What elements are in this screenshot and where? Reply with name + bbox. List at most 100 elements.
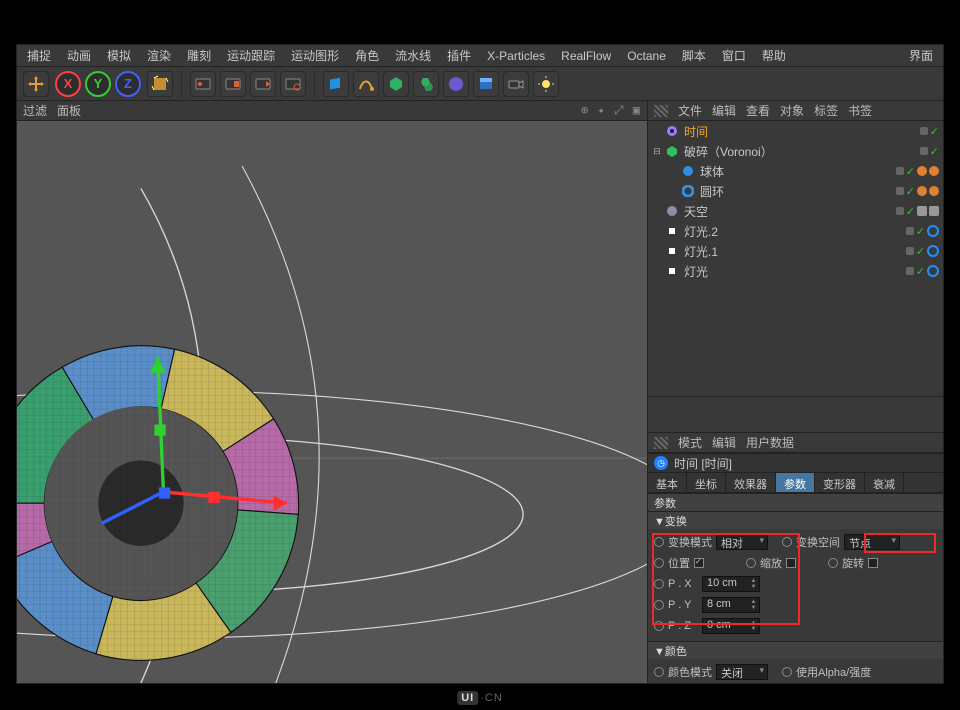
render-pv-button[interactable]: [250, 71, 276, 97]
menu-simulate[interactable]: 模拟: [101, 45, 137, 66]
alpha-anim[interactable]: [782, 667, 792, 677]
transform-space-select[interactable]: 节点: [844, 534, 900, 550]
scale-enable-check[interactable]: [786, 558, 796, 568]
rotation-label: 旋转: [842, 555, 864, 571]
colormode-select[interactable]: 关闭: [716, 664, 768, 680]
menu-mograph[interactable]: 运动图形: [285, 45, 345, 66]
attr-tab-0[interactable]: 基本: [648, 473, 687, 492]
menu-script[interactable]: 脚本: [676, 45, 712, 66]
position-label: 位置: [668, 555, 690, 571]
menu-pipeline[interactable]: 流水线: [389, 45, 437, 66]
menu-character[interactable]: 角色: [349, 45, 385, 66]
section-params[interactable]: 参数: [648, 493, 943, 511]
transform-mode-anim[interactable]: [654, 537, 664, 547]
colormode-anim[interactable]: [654, 667, 664, 677]
menu-realflow[interactable]: RealFlow: [555, 47, 617, 65]
coord-system-button[interactable]: [147, 71, 173, 97]
am-menu-userdata[interactable]: 用户数据: [746, 434, 794, 451]
viewport-nav-icons[interactable]: ⊕ ✦ ⤢ ▣: [581, 103, 641, 118]
om-menu-bookmk[interactable]: 书签: [848, 102, 872, 119]
ring-icon: [681, 184, 695, 198]
render-settings-button[interactable]: [280, 71, 306, 97]
gear-icon: [665, 124, 679, 138]
om-row-1[interactable]: ⊟破碎（Voronoi）✓: [648, 141, 943, 161]
pz-input[interactable]: 0 cm▲▼: [702, 618, 760, 634]
menu-plugins[interactable]: 插件: [441, 45, 477, 66]
drag-grip-icon: [654, 105, 668, 117]
add-environment-button[interactable]: [473, 71, 499, 97]
position-enable-check[interactable]: [694, 558, 704, 568]
am-menu-mode[interactable]: 模式: [678, 434, 702, 451]
main-toolbar: X Y Z: [17, 67, 943, 101]
menu-octane[interactable]: Octane: [621, 47, 672, 65]
add-generator-button[interactable]: [383, 71, 409, 97]
add-generator2-button[interactable]: [413, 71, 439, 97]
menu-help[interactable]: 帮助: [756, 45, 792, 66]
attribute-manager-header: 模式 编辑 用户数据: [648, 433, 943, 453]
rotation-enable-check[interactable]: [868, 558, 878, 568]
om-row-6[interactable]: 灯光.1✓: [648, 241, 943, 261]
py-label: P . Y: [668, 599, 698, 611]
menu-window[interactable]: 窗口: [716, 45, 752, 66]
object-title-label: 时间 [时间]: [674, 455, 732, 472]
viewport-tab-filter[interactable]: 过滤: [23, 102, 47, 119]
object-manager-tree[interactable]: 时间✓⊟破碎（Voronoi）✓球体✓圆环✓天空✓灯光.2✓灯光.1✓灯光✓: [648, 121, 943, 397]
axis-x-button[interactable]: X: [55, 71, 81, 97]
attr-tab-2[interactable]: 效果器: [726, 473, 776, 492]
menu-render[interactable]: 渲染: [141, 45, 177, 66]
pz-label: P . Z: [668, 620, 698, 632]
light-icon: [665, 264, 679, 278]
scale-anim[interactable]: [746, 558, 756, 568]
px-input[interactable]: 10 cm▲▼: [702, 576, 760, 592]
om-row-2[interactable]: 球体✓: [648, 161, 943, 181]
add-light-button[interactable]: [533, 71, 559, 97]
attribute-tabs: 基本坐标效果器参数变形器衰减: [648, 473, 943, 493]
menu-layout[interactable]: 界面: [903, 45, 939, 66]
om-menu-edit[interactable]: 编辑: [712, 102, 736, 119]
om-row-5[interactable]: 灯光.2✓: [648, 221, 943, 241]
hex-icon: [665, 144, 679, 158]
position-anim[interactable]: [654, 558, 664, 568]
attr-tab-5[interactable]: 衰减: [865, 473, 904, 492]
om-row-3[interactable]: 圆环✓: [648, 181, 943, 201]
drag-grip-icon: [654, 437, 668, 449]
render-view-button[interactable]: [190, 71, 216, 97]
py-anim[interactable]: [654, 600, 664, 610]
menu-motiontrack[interactable]: 运动跟踪: [221, 45, 281, 66]
pz-anim[interactable]: [654, 621, 664, 631]
attr-tab-4[interactable]: 变形器: [815, 473, 865, 492]
transform-mode-select[interactable]: 相对: [716, 534, 768, 550]
transform-space-anim[interactable]: [782, 537, 792, 547]
add-camera-button[interactable]: [503, 71, 529, 97]
menu-sculpt[interactable]: 雕刻: [181, 45, 217, 66]
om-menu-object[interactable]: 对象: [780, 102, 804, 119]
render-region-button[interactable]: [220, 71, 246, 97]
axis-z-button[interactable]: Z: [115, 71, 141, 97]
add-deformer-button[interactable]: [443, 71, 469, 97]
menu-xparticles[interactable]: X-Particles: [481, 47, 551, 65]
section-transform[interactable]: ▼变换: [648, 511, 943, 529]
am-menu-edit[interactable]: 编辑: [712, 434, 736, 451]
menu-bar: 捕捉 动画 模拟 渲染 雕刻 运动跟踪 运动图形 角色 流水线 插件 X-Par…: [17, 45, 943, 67]
om-menu-file[interactable]: 文件: [678, 102, 702, 119]
om-menu-view[interactable]: 查看: [746, 102, 770, 119]
py-input[interactable]: 8 cm▲▼: [702, 597, 760, 613]
rotation-anim[interactable]: [828, 558, 838, 568]
effector-time-icon: ◷: [654, 456, 668, 470]
menu-animate[interactable]: 动画: [61, 45, 97, 66]
om-menu-tags[interactable]: 标签: [814, 102, 838, 119]
add-primitive-button[interactable]: [323, 71, 349, 97]
section-color[interactable]: ▼颜色: [648, 641, 943, 659]
axis-y-button[interactable]: Y: [85, 71, 111, 97]
viewport-tab-panel[interactable]: 面板: [57, 102, 81, 119]
px-anim[interactable]: [654, 579, 664, 589]
add-spline-button[interactable]: [353, 71, 379, 97]
menu-snap[interactable]: 捕捉: [21, 45, 57, 66]
viewport-canvas[interactable]: [17, 121, 647, 683]
attr-tab-3[interactable]: 参数: [776, 473, 815, 492]
move-tool-button[interactable]: [23, 71, 49, 97]
om-row-4[interactable]: 天空✓: [648, 201, 943, 221]
om-row-7[interactable]: 灯光✓: [648, 261, 943, 281]
attr-tab-1[interactable]: 坐标: [687, 473, 726, 492]
om-row-0[interactable]: 时间✓: [648, 121, 943, 141]
